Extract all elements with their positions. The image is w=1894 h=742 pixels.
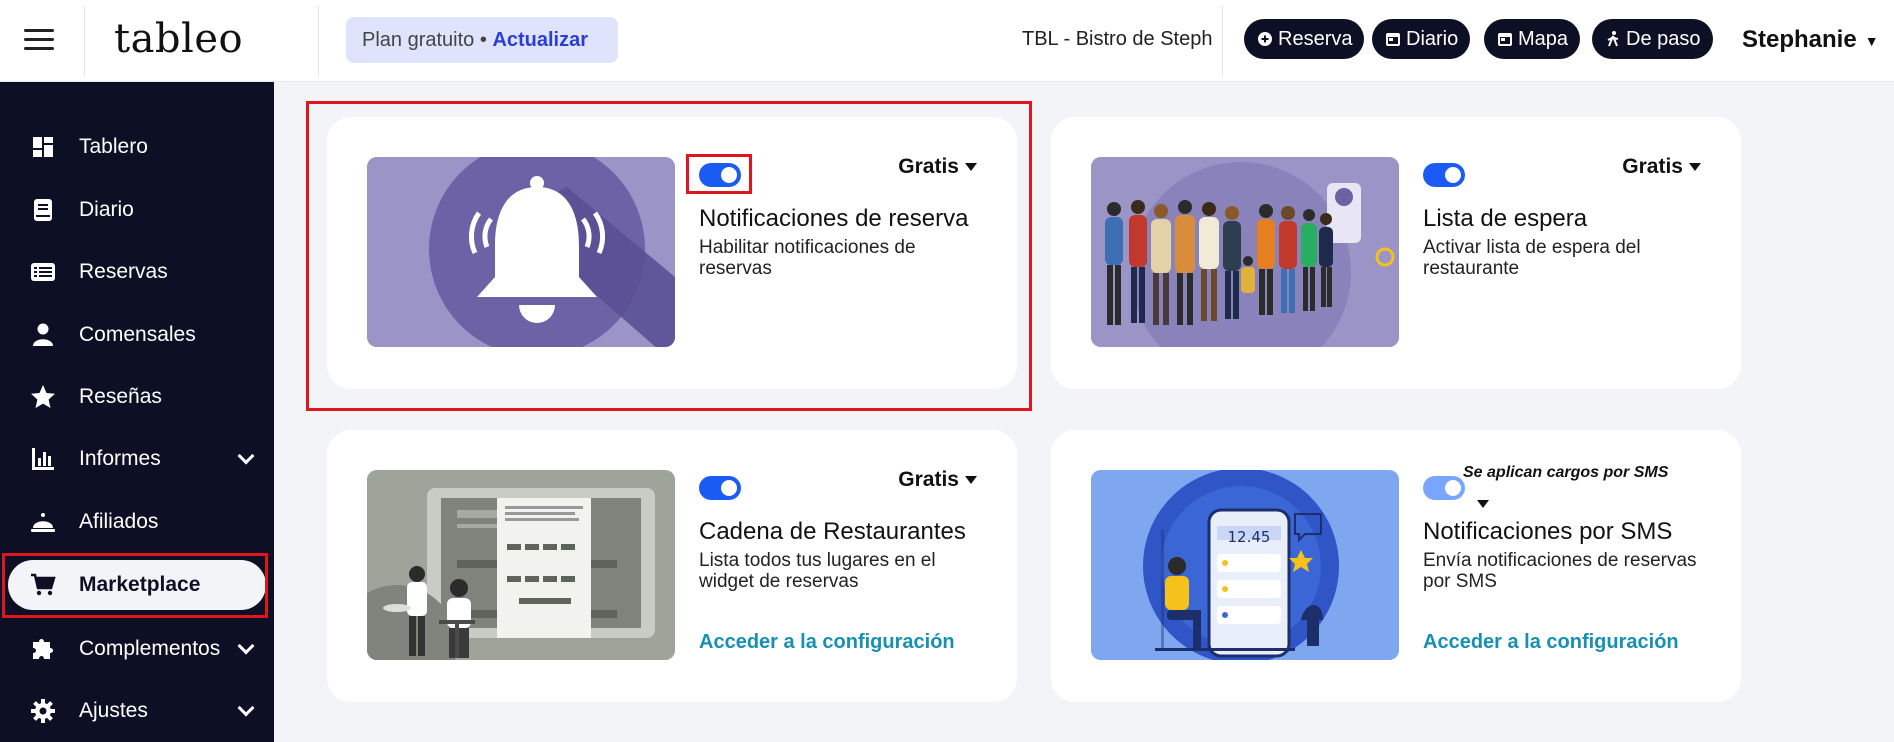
phone-time: 12.45 [1228,528,1271,546]
chevron-down-icon[interactable] [237,447,255,465]
card-title: Lista de espera [1423,205,1588,232]
card-description: Activar lista de espera del restaurante [1423,237,1641,279]
addon-card-restaurant-chain: Gratis Cadena de Restaurantes Lista todo… [327,430,1017,702]
caret-down-icon [1689,163,1701,172]
puzzle-icon [33,639,53,659]
sidebar-item-label: Ajustes [79,699,148,722]
calendar-icon [1384,21,1402,61]
highlight-toggle [686,154,752,194]
top-bar: tableo Plan gratuito • Actualizar TBL - … [0,0,1894,82]
person-icon [33,323,53,346]
sidebar-item-label: Reservas [79,260,168,283]
divider [1222,6,1223,76]
divider [84,6,85,76]
upgrade-link[interactable]: Actualizar [492,29,588,51]
chain-widget-illustration [367,470,675,660]
walking-icon [1604,21,1622,61]
chevron-down-icon[interactable] [237,699,255,717]
chevron-down-icon[interactable] [237,637,255,655]
enable-toggle[interactable] [1423,476,1465,500]
card-title: Notificaciones por SMS [1423,518,1673,545]
sidebar-item-reservations[interactable]: Reservas [0,247,274,297]
sidebar-item-label: Tablero [79,135,148,158]
walk-in-button[interactable]: De paso [1592,19,1713,59]
diary-button[interactable]: Diario [1372,19,1471,61]
sidebar-item-add-ons[interactable]: Complementos [0,624,274,674]
sidebar-item-label: Diario [79,198,134,221]
dashboard-icon [33,137,53,157]
addon-card-sms-notifications: 12.45 Se aplican cargos por SMS Notifica… [1051,430,1741,702]
new-reservation-button[interactable]: Reserva [1244,19,1365,61]
settings-link[interactable]: Acceder a la configuración [1423,631,1679,654]
sidebar-item-reports[interactable]: Informes [0,434,274,484]
sidebar-item-label: Afiliados [79,510,159,533]
plan-badge: Plan gratuito • Actualizar [346,17,618,63]
pricing-dropdown[interactable]: Gratis [1622,155,1701,179]
walk-in-label: De paso [1626,28,1701,50]
sidebar-item-guests[interactable]: Comensales [0,310,274,360]
plan-separator: • [479,29,487,51]
price-label: Gratis [898,468,959,491]
book-icon [34,199,52,221]
list-icon [31,263,55,281]
addon-card-waitlist: Gratis Lista de espera Activar lista de … [1051,117,1741,389]
enable-toggle[interactable] [1423,163,1465,187]
highlight-reservation-card [306,101,1032,411]
sidebar-item-dashboard[interactable]: Tablero [0,122,274,172]
caret-down-icon[interactable] [1477,500,1489,508]
sms-phone-illustration: 12.45 [1091,470,1399,660]
map-button[interactable]: Mapa [1484,19,1581,61]
sidebar: Tablero Diario Reservas Comensales Reseñ… [0,82,274,742]
sms-charges-note: Se aplican cargos por SMS [1463,464,1669,481]
plus-circle-icon [1256,21,1274,61]
chevron-down-icon: ▼ [1864,32,1879,49]
star-icon [31,385,55,408]
sidebar-item-label: Reseñas [79,385,162,408]
plan-label: Plan gratuito [362,29,475,51]
highlight-marketplace [2,553,268,618]
sidebar-item-label: Informes [79,447,161,470]
pricing-dropdown[interactable]: Gratis [898,468,977,492]
chart-icon [32,448,54,470]
sidebar-item-reviews[interactable]: Reseñas [0,372,274,422]
settings-link[interactable]: Acceder a la configuración [699,631,955,654]
caret-down-icon [965,476,977,485]
divider [318,6,319,76]
sidebar-item-label: Comensales [79,323,196,346]
card-description: Lista todos tus lugares en el widget de … [699,550,936,592]
user-menu[interactable]: Stephanie ▼ [1742,26,1879,54]
calendar-icon [1496,21,1514,61]
map-label: Mapa [1518,28,1569,50]
enable-toggle[interactable] [699,476,741,500]
sidebar-item-diary[interactable]: Diario [0,185,274,235]
reservation-label: Reserva [1278,28,1353,50]
user-name: Stephanie [1742,26,1857,53]
gear-icon [31,699,55,723]
card-title: Cadena de Restaurantes [699,518,966,545]
price-label: Gratis [1622,155,1683,178]
venue-name: TBL - Bistro de Steph [1022,28,1213,50]
diary-label: Diario [1406,28,1459,50]
card-description: Envía notificaciones de reservas por SMS [1423,550,1697,592]
sidebar-item-affiliates[interactable]: Afiliados [0,497,274,547]
sidebar-item-settings[interactable]: Ajustes [0,686,274,736]
menu-icon[interactable] [24,29,54,53]
logo[interactable]: tableo [114,16,243,62]
queue-illustration [1091,157,1399,347]
sidebar-item-label: Complementos [79,637,221,660]
cloche-icon [31,513,55,532]
